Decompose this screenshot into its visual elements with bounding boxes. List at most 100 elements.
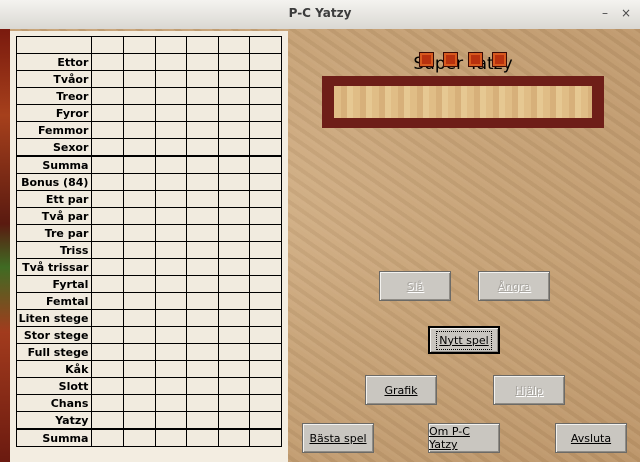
- score-cell[interactable]: [249, 343, 282, 361]
- score-cell[interactable]: [154, 138, 188, 157]
- score-cell[interactable]: [249, 207, 282, 225]
- score-cell[interactable]: [217, 326, 251, 344]
- score-cell[interactable]: [186, 53, 219, 71]
- score-cell[interactable]: [123, 87, 156, 105]
- score-cell[interactable]: [186, 190, 219, 208]
- score-cell[interactable]: [217, 411, 251, 430]
- minimize-icon[interactable]: –: [598, 6, 612, 20]
- score-cell[interactable]: [186, 207, 219, 225]
- score-cell[interactable]: [186, 138, 219, 157]
- score-cell[interactable]: [186, 394, 219, 412]
- score-cell[interactable]: [217, 70, 251, 88]
- score-cell[interactable]: [91, 138, 125, 157]
- score-cell[interactable]: [154, 241, 188, 259]
- score-cell[interactable]: [154, 377, 188, 395]
- score-cell[interactable]: [217, 104, 251, 122]
- score-cell[interactable]: [91, 70, 125, 88]
- score-cell[interactable]: [123, 104, 156, 122]
- score-cell[interactable]: [91, 394, 125, 412]
- score-cell[interactable]: [123, 292, 156, 310]
- help-button[interactable]: Hjälp: [493, 375, 565, 405]
- score-cell[interactable]: [123, 173, 156, 191]
- score-cell[interactable]: [91, 224, 125, 242]
- graphics-button[interactable]: Grafik: [365, 375, 437, 405]
- score-cell[interactable]: [186, 241, 219, 259]
- score-cell[interactable]: [249, 428, 282, 447]
- score-cell[interactable]: [186, 258, 219, 276]
- score-cell[interactable]: [217, 121, 251, 139]
- score-cell[interactable]: [186, 377, 219, 395]
- score-cell[interactable]: [154, 292, 188, 310]
- score-cell[interactable]: [186, 87, 219, 105]
- score-cell[interactable]: [217, 343, 251, 361]
- score-cell[interactable]: [249, 326, 282, 344]
- score-cell[interactable]: [186, 155, 219, 174]
- score-cell[interactable]: [217, 377, 251, 395]
- score-cell[interactable]: [217, 207, 251, 225]
- score-cell[interactable]: [154, 104, 188, 122]
- score-cell[interactable]: [249, 190, 282, 208]
- score-cell[interactable]: [91, 377, 125, 395]
- score-cell[interactable]: [91, 326, 125, 344]
- score-cell[interactable]: [217, 258, 251, 276]
- score-cell[interactable]: [217, 360, 251, 378]
- score-cell[interactable]: [249, 104, 282, 122]
- score-cell[interactable]: [123, 377, 156, 395]
- score-cell[interactable]: [249, 258, 282, 276]
- roll-button[interactable]: Slå: [379, 271, 451, 301]
- score-cell[interactable]: [249, 241, 282, 259]
- score-cell[interactable]: [154, 343, 188, 361]
- score-cell[interactable]: [249, 377, 282, 395]
- score-cell[interactable]: [91, 343, 125, 361]
- die-1[interactable]: [419, 52, 434, 67]
- score-cell[interactable]: [123, 155, 156, 174]
- score-cell[interactable]: [186, 121, 219, 139]
- score-cell[interactable]: [123, 138, 156, 157]
- score-cell[interactable]: [249, 173, 282, 191]
- score-cell[interactable]: [154, 207, 188, 225]
- score-cell[interactable]: [123, 309, 156, 327]
- score-cell[interactable]: [249, 155, 282, 174]
- score-cell[interactable]: [186, 360, 219, 378]
- score-cell[interactable]: [249, 138, 282, 157]
- score-cell[interactable]: [123, 428, 156, 447]
- score-cell[interactable]: [249, 360, 282, 378]
- score-cell[interactable]: [91, 53, 125, 71]
- score-cell[interactable]: [249, 275, 282, 293]
- score-cell[interactable]: [186, 275, 219, 293]
- score-cell[interactable]: [154, 53, 188, 71]
- score-cell[interactable]: [123, 275, 156, 293]
- about-button[interactable]: Om P-C Yatzy: [428, 423, 500, 453]
- score-cell[interactable]: [186, 309, 219, 327]
- score-cell[interactable]: [217, 309, 251, 327]
- score-cell[interactable]: [91, 241, 125, 259]
- score-cell[interactable]: [91, 121, 125, 139]
- score-cell[interactable]: [91, 309, 125, 327]
- die-2[interactable]: [443, 52, 458, 67]
- score-cell[interactable]: [154, 190, 188, 208]
- score-cell[interactable]: [91, 87, 125, 105]
- score-cell[interactable]: [217, 275, 251, 293]
- score-cell[interactable]: [217, 241, 251, 259]
- score-cell[interactable]: [249, 309, 282, 327]
- score-cell[interactable]: [186, 173, 219, 191]
- score-cell[interactable]: [186, 224, 219, 242]
- score-cell[interactable]: [123, 207, 156, 225]
- score-cell[interactable]: [91, 428, 125, 447]
- score-cell[interactable]: [91, 173, 125, 191]
- score-cell[interactable]: [91, 411, 125, 430]
- score-cell[interactable]: [123, 224, 156, 242]
- score-cell[interactable]: [186, 411, 219, 430]
- new-game-button[interactable]: Nytt spel: [429, 327, 499, 353]
- score-cell[interactable]: [91, 207, 125, 225]
- score-cell[interactable]: [217, 428, 251, 447]
- score-cell[interactable]: [249, 224, 282, 242]
- score-cell[interactable]: [186, 292, 219, 310]
- score-cell[interactable]: [186, 326, 219, 344]
- score-cell[interactable]: [154, 394, 188, 412]
- score-cell[interactable]: [123, 241, 156, 259]
- score-cell[interactable]: [154, 275, 188, 293]
- score-cell[interactable]: [154, 155, 188, 174]
- score-cell[interactable]: [91, 275, 125, 293]
- score-cell[interactable]: [249, 70, 282, 88]
